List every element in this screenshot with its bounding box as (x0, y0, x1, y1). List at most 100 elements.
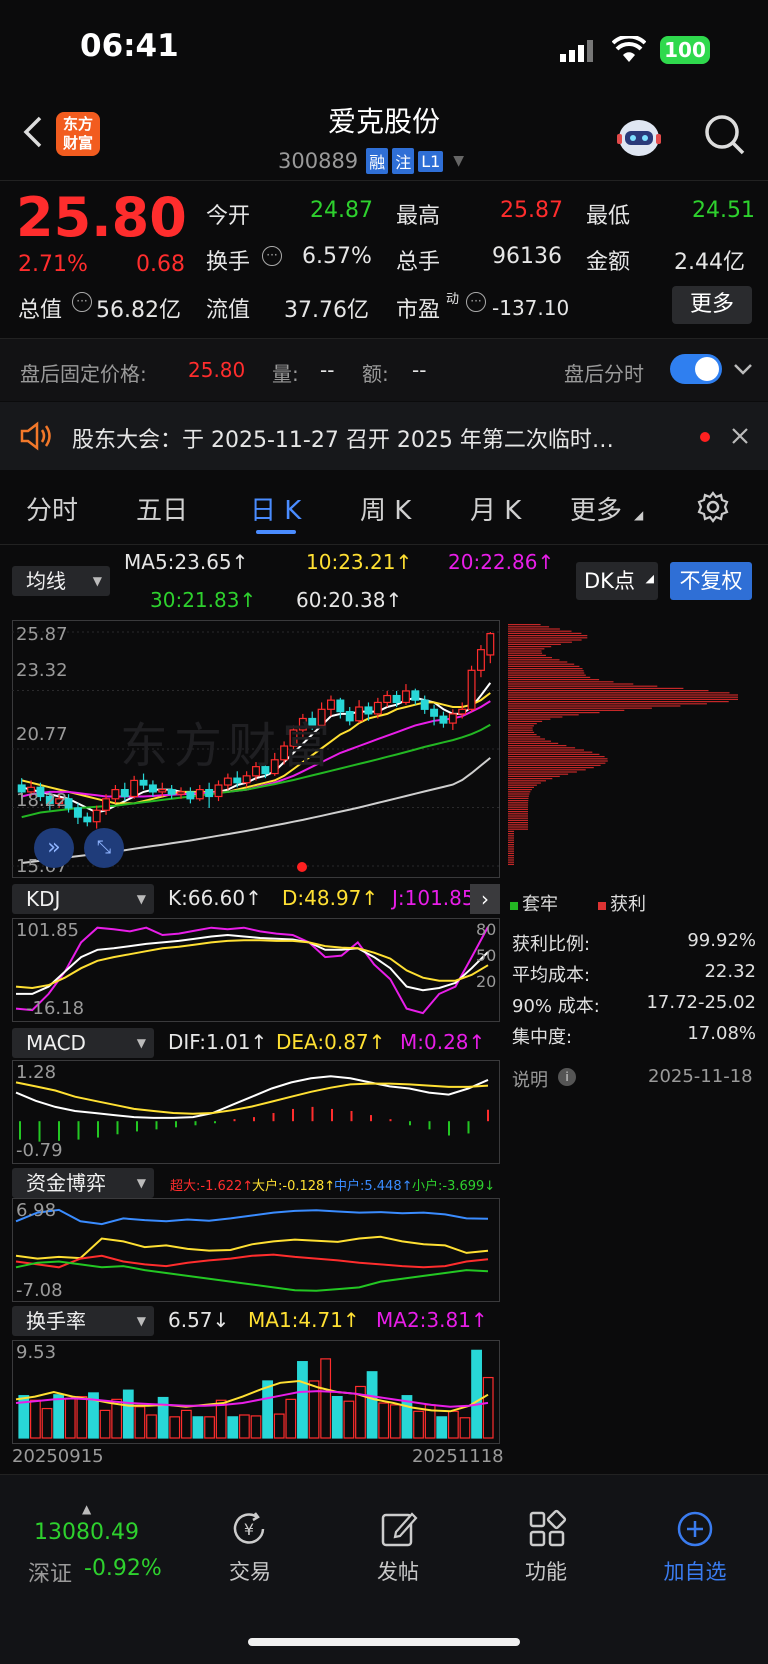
candle (336, 699, 345, 713)
chip-bar (508, 676, 591, 678)
chip-bar (508, 624, 541, 626)
kdj-selector[interactable]: KDJ ▼ (12, 884, 154, 914)
ma-selector[interactable]: 均线 ▼ (12, 566, 110, 596)
trade-icon[interactable]: ¥ (228, 1508, 270, 1550)
macd-selector[interactable]: MACD ▼ (12, 1028, 154, 1058)
candle (364, 706, 373, 715)
tab-more[interactable]: 更多 (570, 490, 622, 527)
home-indicator (248, 1638, 520, 1646)
candle (392, 694, 401, 704)
dk-point-button[interactable]: DK点 ◢ (576, 562, 658, 600)
adjust-button[interactable]: 不复权 (670, 562, 752, 600)
close-icon[interactable] (730, 426, 750, 446)
turnover-bar (308, 1380, 320, 1439)
nav-trade[interactable]: 交易 (210, 1556, 290, 1586)
nav-add-watchlist[interactable]: 加自选 (650, 1556, 740, 1586)
turnover-chart (15, 1349, 494, 1439)
candle (83, 816, 92, 823)
chip-bar (508, 850, 514, 852)
price-axis-2: 23.32 (16, 660, 68, 681)
chevron-right-icon[interactable]: › (470, 884, 500, 914)
tab-weekly-k[interactable]: 周 K (360, 490, 411, 527)
chip-bar (508, 797, 529, 799)
tab-five-day[interactable]: 五日 (136, 490, 188, 527)
add-watchlist-icon[interactable] (674, 1508, 716, 1550)
chip-bar (508, 767, 594, 769)
expand-left-icon[interactable]: » (34, 828, 74, 868)
candle (102, 798, 111, 811)
ma5-label: MA5:23.65↑ (124, 550, 249, 574)
after-hours-label: 盘后固定价格: (20, 362, 147, 386)
chip-stat-value: 99.92% (687, 930, 756, 951)
macd-dea-line (15, 1081, 489, 1115)
chip-bar (508, 705, 681, 707)
info-icon[interactable]: i (558, 1068, 576, 1086)
turnover-bar (146, 1414, 157, 1439)
kdj-chart (15, 926, 489, 1015)
turnover-bar (273, 1413, 285, 1439)
ma10-label: 10:23.21↑ (306, 550, 413, 574)
chip-bar (508, 703, 707, 705)
chip-stat-row: 集中度: 17.08% (512, 1023, 756, 1054)
chip-bar (508, 819, 528, 821)
chip-bar (508, 839, 514, 841)
chip-stat-value: 17.72-25.02 (646, 992, 756, 1013)
gear-icon[interactable] (696, 490, 730, 524)
tab-intraday[interactable]: 分时 (26, 490, 78, 527)
info-icon[interactable]: ··· (466, 292, 486, 312)
fullscreen-icon[interactable]: ⤡ (84, 828, 124, 868)
turnover-bar (76, 1395, 88, 1439)
turnover-bar (204, 1416, 215, 1439)
notice-dot (700, 432, 710, 442)
chip-bar (508, 694, 738, 696)
stock-code-row[interactable]: 300889 融 注 L1 ▼ (278, 146, 464, 176)
candle (158, 789, 167, 793)
fund-super: 超大:-1.622↑ (170, 1179, 254, 1194)
chip-stat-row: 平均成本: 22.32 (512, 961, 756, 992)
chip-bar (508, 857, 514, 859)
kdj-selector-label: KDJ (26, 887, 61, 911)
chip-bar (508, 815, 528, 817)
chip-bar (508, 698, 738, 700)
nav-post[interactable]: 发帖 (358, 1556, 438, 1586)
turnover-bar (471, 1349, 482, 1439)
candle (139, 779, 148, 786)
tab-monthly-k[interactable]: 月 K (470, 490, 521, 527)
fund-selector[interactable]: 资金博弈 ▼ (12, 1168, 154, 1198)
turnover-bar (343, 1400, 355, 1439)
info-icon[interactable]: ··· (262, 246, 282, 266)
nav-function[interactable]: 功能 (506, 1556, 586, 1586)
post-icon[interactable] (378, 1508, 420, 1550)
chip-bar (508, 795, 529, 797)
chip-bar (508, 731, 535, 733)
tab-daily-k[interactable]: 日 K (250, 490, 301, 527)
index-expand-icon[interactable]: ▲ (82, 1502, 91, 1516)
price-axis-top: 25.87 (16, 624, 68, 645)
chip-bar (508, 764, 601, 766)
index-name[interactable]: 深证 (28, 1556, 72, 1588)
chip-bar (508, 756, 605, 758)
chip-bar (508, 628, 560, 630)
function-icon[interactable] (526, 1508, 568, 1550)
robot-assistant-icon[interactable] (614, 114, 664, 160)
index-change[interactable]: -0.92% (84, 1556, 162, 1581)
chip-note-label[interactable]: 说明 (512, 1066, 548, 1092)
chip-bar (508, 824, 528, 826)
more-button[interactable]: 更多 (672, 286, 752, 324)
search-icon[interactable] (702, 112, 748, 158)
chip-legend-profit: 获利 (598, 890, 646, 916)
turnover-axis-top: 9.53 (16, 1342, 57, 1363)
info-icon[interactable]: ··· (72, 292, 92, 312)
turnover-bar (482, 1376, 494, 1439)
index-value[interactable]: 13080.49 (34, 1520, 139, 1545)
turnover-value: 6.57% (302, 244, 372, 269)
after-hours-vol-label: 量: (272, 362, 299, 386)
turnover-selector[interactable]: 换手率 ▼ (12, 1306, 154, 1336)
turnover-bar (227, 1416, 239, 1439)
after-hours-toggle[interactable] (670, 354, 722, 384)
chip-bar (508, 674, 586, 676)
notice-text[interactable]: 股东大会：于 2025-11-27 召开 2025 年第二次临时… (72, 422, 672, 454)
chevron-down-icon[interactable] (732, 360, 754, 380)
turnover-ma2: MA2:3.81↑ (376, 1308, 488, 1332)
chip-stat-label: 集中度: (512, 1027, 573, 1048)
